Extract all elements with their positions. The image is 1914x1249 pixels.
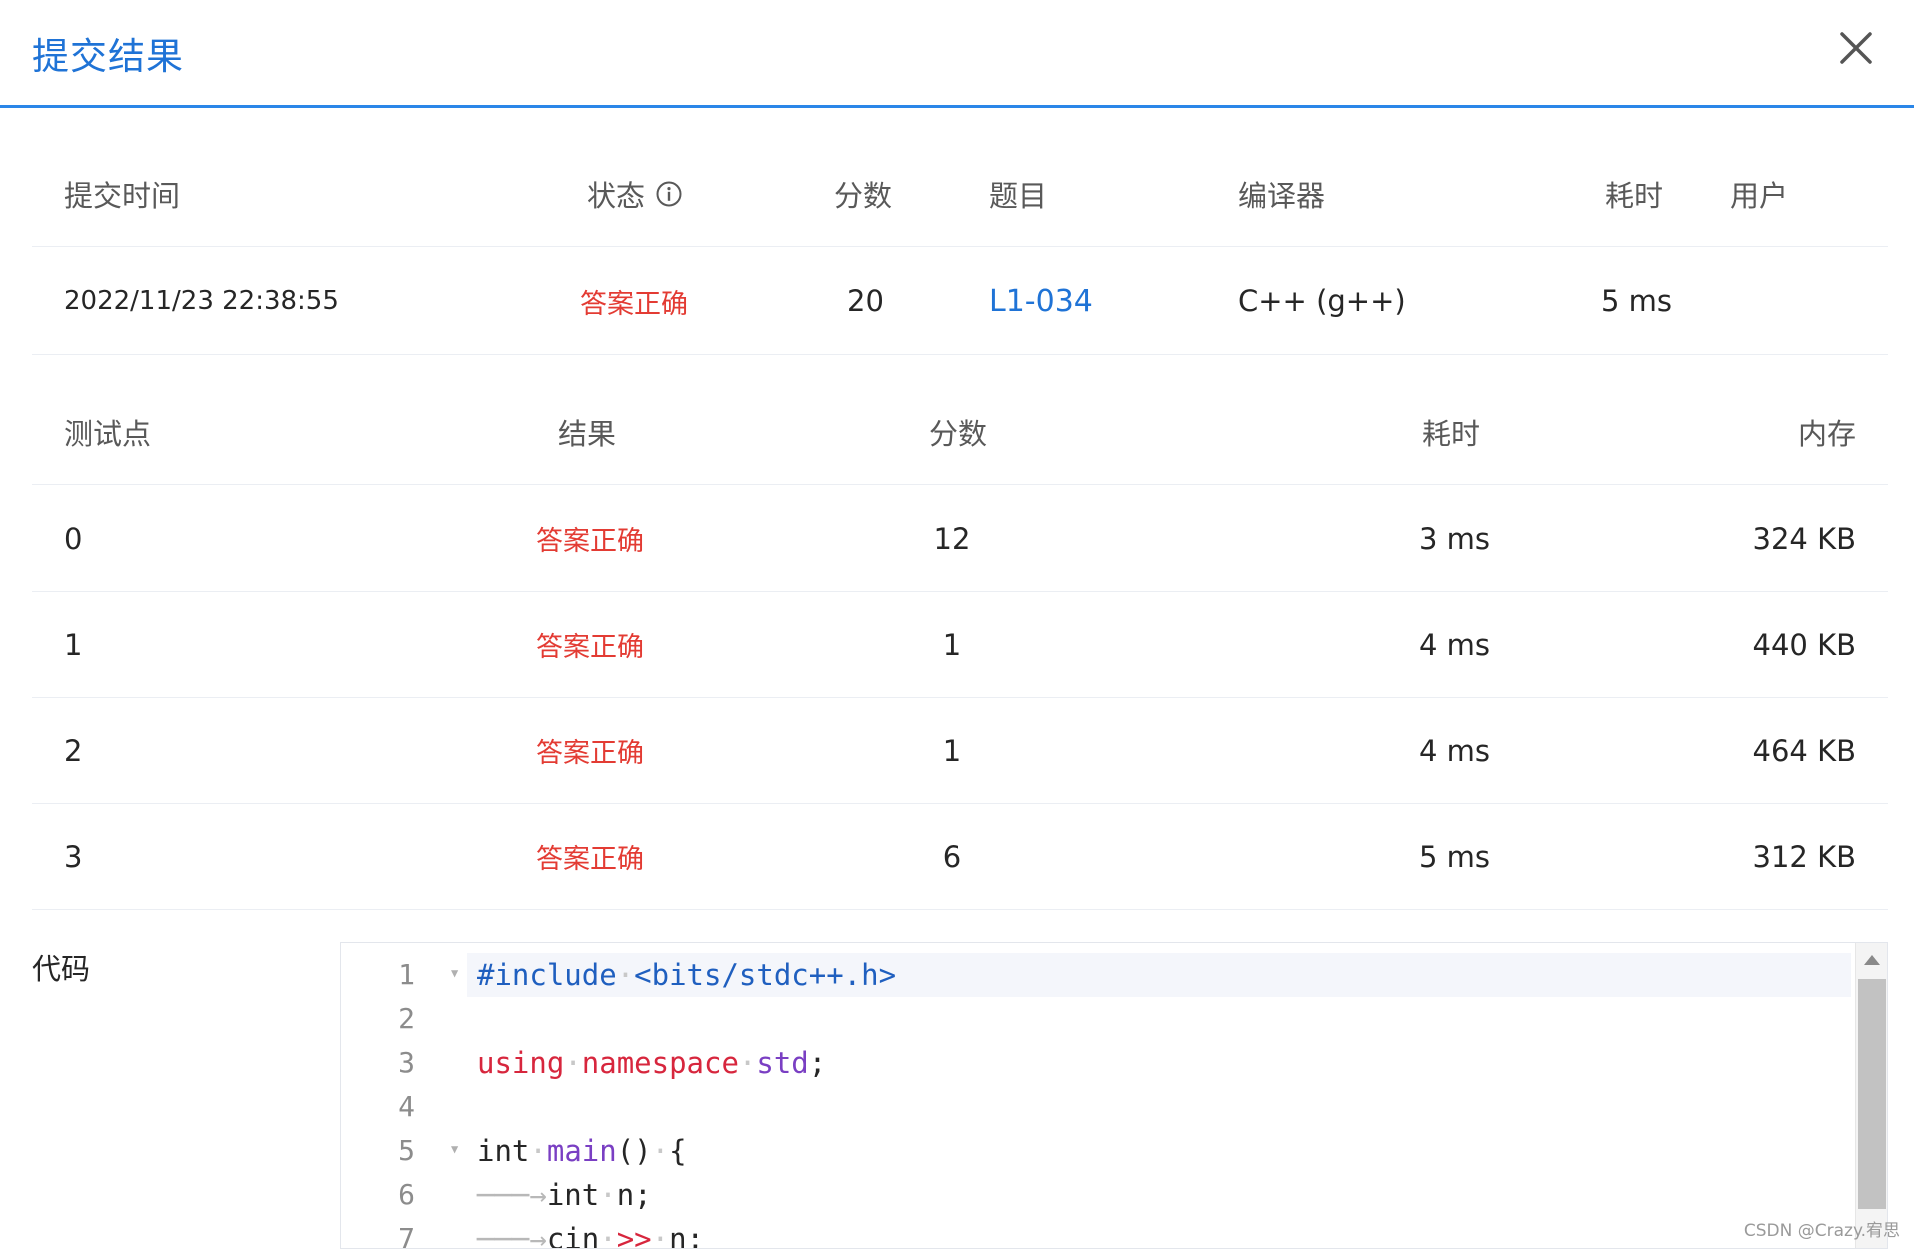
testcase-id: 1 [64,627,83,662]
testcase-header-row: 测试点 结果 分数 耗时 内存 [32,380,1888,485]
info-icon[interactable] [655,180,683,208]
testcase-id: 2 [64,733,83,768]
code-token: >> [616,1222,652,1249]
code-line: 7 ───→cin·>>·n; [341,1217,1851,1249]
tab-arrow-icon: ───→ [477,1222,547,1249]
testcase-memory: 312 KB [1752,839,1856,874]
submission-row: 2022/11/23 22:38:55 答案正确 20 L1-034 C++ (… [32,248,1888,355]
line-number: 2 [398,1002,415,1035]
line-number: 3 [398,1046,415,1079]
testcase-score: 1 [942,627,962,662]
code-line: 2 [341,997,1851,1041]
testcase-duration: 4 ms [1419,627,1491,662]
header-problem: 题目 [989,179,1048,213]
code-token: using [477,1046,565,1080]
testcase-score: 6 [942,839,962,874]
scroll-up-arrow-icon[interactable] [1864,955,1880,965]
line-number: 1 [398,958,415,991]
code-token: main [546,1134,617,1168]
testcase-result: 答案正确 [536,526,644,557]
testcase-id: 0 [64,521,83,556]
testcase-memory: 324 KB [1752,521,1856,556]
code-line: 4 [341,1085,1851,1129]
code-token: cin [546,1222,600,1249]
close-button[interactable] [1834,26,1878,70]
code-token: n; [669,1222,705,1249]
testcase-memory: 464 KB [1752,733,1856,768]
testcase-score: 1 [942,733,962,768]
code-token: namespace [581,1046,739,1080]
dialog-header: 提交结果 [0,0,1914,108]
code-token: int [477,1134,530,1168]
scrollbar-thumb[interactable] [1858,979,1886,1209]
header-testcase-result: 结果 [558,417,617,451]
submission-header-row: 提交时间 状态 分数 题目 编译器 耗时 用户 [32,142,1888,247]
code-token: ; [808,1046,827,1080]
code-token: { [669,1134,687,1168]
code-token: int [546,1178,600,1212]
line-number: 7 [398,1222,415,1249]
header-status: 状态 [587,142,683,246]
line-number: 4 [398,1090,415,1123]
header-testcase-memory: 内存 [1797,417,1856,451]
header-user: 用户 [1730,179,1789,213]
code-editor[interactable]: 1 ▼ #include·<bits/stdc++.h> 2 3 using·n… [340,942,1888,1249]
line-number: 5 [398,1134,415,1167]
code-line: 1 ▼ #include·<bits/stdc++.h> [341,953,1851,997]
fold-arrow-icon[interactable]: ▼ [451,1143,463,1155]
submission-duration: 5 ms [1601,284,1673,318]
header-duration: 耗时 [1605,179,1664,213]
close-icon [1840,32,1872,64]
tab-arrow-icon: ───→ [477,1178,547,1212]
testcase-score: 12 [933,521,971,556]
header-compiler: 编译器 [1238,179,1326,213]
code-token: () [616,1134,652,1168]
compiler-name: C++ (g++) [1238,284,1406,318]
code-line: 5 ▼ int·main()·{ [341,1129,1851,1173]
header-testcase-id: 测试点 [64,417,152,451]
submission-result-dialog: 提交结果 提交时间 状态 分数 题目 编译器 耗时 用户 2022/11/23 … [0,0,1914,1249]
dialog-title: 提交结果 [32,35,184,78]
testcase-id: 3 [64,839,83,874]
header-testcase-duration: 耗时 [1422,417,1481,451]
fold-arrow-icon[interactable]: ▼ [451,967,463,979]
code-line: 3 using·namespace·std; [341,1041,1851,1085]
code-label: 代码 [32,952,91,986]
code-scrollbar[interactable] [1855,943,1887,1248]
testcase-memory: 440 KB [1752,627,1856,662]
code-token: #include [477,958,617,992]
header-submit-time: 提交时间 [64,179,181,213]
code-token: std [756,1046,809,1080]
submission-status: 答案正确 [580,288,688,320]
testcase-result: 答案正确 [536,844,644,875]
header-score: 分数 [834,179,893,213]
table-row: 0 答案正确 12 3 ms 324 KB [32,486,1888,592]
header-testcase-score: 分数 [929,417,988,451]
table-row: 3 答案正确 6 5 ms 312 KB [32,804,1888,910]
testcase-result: 答案正确 [536,738,644,769]
submission-score: 20 [847,284,884,318]
code-line: 6 ───→int·n; [341,1173,1851,1217]
header-status-label: 状态 [587,179,646,213]
testcase-duration: 3 ms [1419,521,1491,556]
submit-time: 2022/11/23 22:38:55 [64,286,339,316]
testcase-result: 答案正确 [536,632,644,663]
testcase-duration: 5 ms [1419,839,1491,874]
table-row: 1 答案正确 1 4 ms 440 KB [32,592,1888,698]
code-token: n; [616,1178,652,1212]
testcase-duration: 4 ms [1419,733,1491,768]
watermark: CSDN @Crazy.宥思 [1743,1221,1900,1241]
code-token: <bits/stdc++.h> [634,958,897,992]
line-number: 6 [398,1178,415,1211]
problem-link[interactable]: L1-034 [989,248,1093,354]
table-row: 2 答案正确 1 4 ms 464 KB [32,698,1888,804]
